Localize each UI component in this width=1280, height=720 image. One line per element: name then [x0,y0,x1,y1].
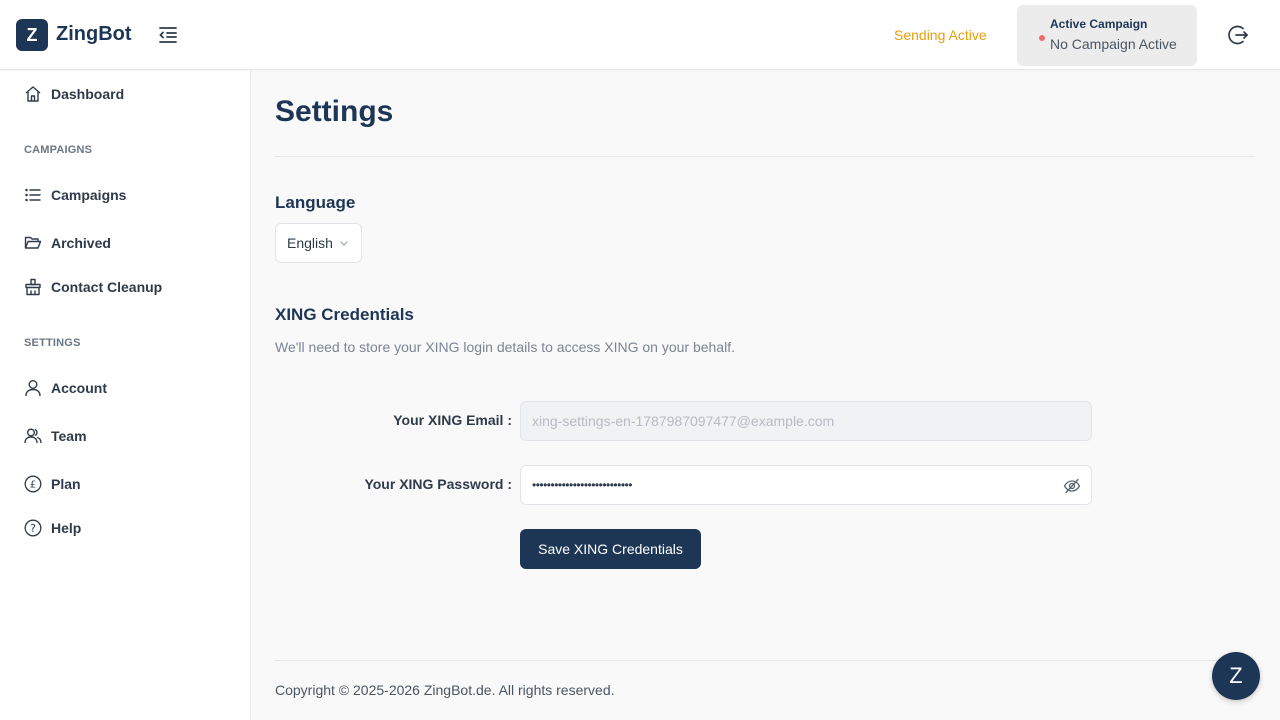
save-xing-credentials-button[interactable]: Save XING Credentials [520,529,701,569]
sidebar-item-label: Contact Cleanup [51,279,163,295]
team-icon [24,427,42,445]
sidebar-item-label: Plan [51,476,81,492]
xing-email-field[interactable]: xing-settings-en-1787987097477@example.c… [520,401,1092,441]
sidebar-item-label: Dashboard [51,86,125,102]
sidebar-item-label: Team [51,428,87,444]
credentials-description: We'll need to store your XING login deta… [275,339,735,355]
sending-status: Sending Active [894,27,987,43]
eye-off-icon[interactable] [1063,477,1081,495]
sidebar-item-label: Account [51,380,107,396]
sidebar-item-team[interactable]: Team [24,425,87,447]
password-value: ••••••••••••••••••••••••••• [532,478,632,492]
logout-icon[interactable] [1226,23,1250,47]
sidebar-item-account[interactable]: Account [24,377,107,399]
password-label: Your XING Password : [364,476,512,492]
section-title-campaigns: CAMPAIGNS [24,144,93,156]
status-dot-icon [1039,35,1045,41]
chevron-down-icon [339,241,348,246]
active-campaign-box[interactable]: Active Campaign No Campaign Active [1017,5,1197,66]
sidebar-item-label: Help [51,520,82,536]
list-icon [24,186,42,204]
email-label: Your XING Email : [393,412,512,428]
email-value: xing-settings-en-1787987097477@example.c… [532,413,835,429]
active-campaign-value: No Campaign Active [1050,36,1177,52]
sidebar-item-help[interactable]: ? Help [24,517,81,539]
sidebar-item-plan[interactable]: £ Plan [24,473,81,495]
language-heading: Language [275,193,356,212]
sidebar-item-archived[interactable]: Archived [24,232,111,254]
sidebar-item-label: Campaigns [51,187,127,203]
active-campaign-title: Active Campaign [1050,17,1148,31]
chat-widget-button[interactable]: Z [1212,652,1260,700]
section-title-settings: SETTINGS [24,337,81,349]
sidebar-item-label: Archived [51,235,111,251]
pound-coin-icon: £ [24,475,42,493]
user-icon [24,379,42,397]
top-header: Z ZingBot Sending Active Active Campaign… [0,0,1280,70]
sidebar-item-campaigns[interactable]: Campaigns [24,184,126,206]
credentials-heading: XING Credentials [275,305,414,324]
help-circle-icon: ? [24,519,42,537]
app-name[interactable]: ZingBot [56,23,132,46]
folder-open-icon [24,234,42,252]
svg-text:?: ? [30,522,36,535]
sidebar-item-contact-cleanup[interactable]: Contact Cleanup [24,276,162,298]
svg-text:£: £ [30,480,36,491]
title-divider [275,156,1255,157]
broom-icon [24,278,42,296]
language-select[interactable]: English [275,223,362,263]
page-title: Settings [275,95,394,128]
footer-copyright: Copyright © 2025-2026 ZingBot.de. All ri… [275,682,615,698]
logo-badge[interactable]: Z [16,19,48,51]
footer-divider [275,660,1255,661]
home-icon [24,85,42,103]
sidebar-item-dashboard[interactable]: Dashboard [24,83,124,105]
xing-password-field[interactable]: ••••••••••••••••••••••••••• [520,465,1092,505]
language-select-value: English [287,235,333,251]
sidebar-collapse-icon[interactable] [156,23,180,47]
sidebar: Dashboard CAMPAIGNS Campaigns Archived C… [0,71,251,720]
